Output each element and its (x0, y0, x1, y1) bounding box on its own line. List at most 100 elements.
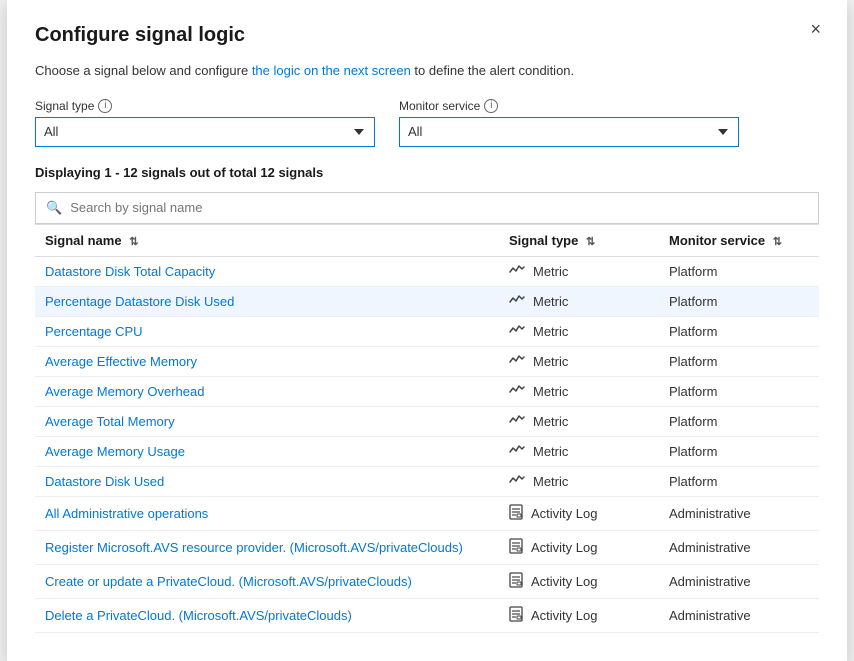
signal-type-cell: Activity Log (499, 530, 659, 564)
signal-name-link[interactable]: Average Effective Memory (45, 354, 197, 369)
signal-name-sort-icon[interactable]: ⇅ (129, 236, 138, 248)
monitor-service-cell: Platform (659, 346, 819, 376)
signal-name-cell: Average Memory Overhead (35, 376, 499, 406)
signal-name-cell: Create or update a PrivateCloud. (Micros… (35, 564, 499, 598)
signal-name-link[interactable]: Datastore Disk Used (45, 474, 164, 489)
table-row[interactable]: Create or update a PrivateCloud. (Micros… (35, 564, 819, 598)
signal-type-filter-group: Signal type i All Metric Activity Log Lo… (35, 99, 375, 147)
table-row[interactable]: Datastore Disk Total Capacity Metric Platf… (35, 256, 819, 286)
signal-type-text: Metric (533, 294, 568, 309)
signal-name-cell: Register Microsoft.AVS resource provider… (35, 530, 499, 564)
monitor-service-cell: Platform (659, 466, 819, 496)
monitor-service-cell: Platform (659, 376, 819, 406)
displaying-count: Displaying 1 - 12 signals out of total 1… (35, 165, 819, 180)
table-row[interactable]: All Administrative operations Activity Lo… (35, 496, 819, 530)
monitor-service-cell: Administrative (659, 598, 819, 632)
signal-type-cell: Metric (499, 286, 659, 316)
signal-name-cell: All Administrative operations (35, 496, 499, 530)
signal-type-select[interactable]: All Metric Activity Log Log (35, 117, 375, 147)
signal-name-link[interactable]: Average Memory Usage (45, 444, 185, 459)
signal-name-link[interactable]: Register Microsoft.AVS resource provider… (45, 540, 463, 555)
table-header-row: Signal name ⇅ Signal type ⇅ Monitor serv… (35, 224, 819, 256)
monitor-service-cell: Platform (659, 286, 819, 316)
signal-name-link[interactable]: All Administrative operations (45, 506, 208, 521)
monitor-service-cell: Platform (659, 436, 819, 466)
signal-name-cell: Average Memory Usage (35, 436, 499, 466)
signal-type-info-icon[interactable]: i (98, 99, 112, 113)
signal-type-text: Metric (533, 444, 568, 459)
signal-type-text: Activity Log (531, 574, 597, 589)
col-signal-name: Signal name ⇅ (35, 224, 499, 256)
metric-icon (509, 354, 525, 369)
signal-name-link[interactable]: Average Memory Overhead (45, 384, 204, 399)
signal-type-text: Metric (533, 354, 568, 369)
signal-type-text: Metric (533, 384, 568, 399)
metric-icon (509, 444, 525, 459)
filters-row: Signal type i All Metric Activity Log Lo… (35, 99, 819, 147)
col-signal-type: Signal type ⇅ (499, 224, 659, 256)
signal-type-cell: Metric (499, 316, 659, 346)
table-row[interactable]: Average Total Memory Metric Platform (35, 406, 819, 436)
signal-type-text: Activity Log (531, 506, 597, 521)
metric-icon (509, 384, 525, 399)
signal-name-cell: Average Effective Memory (35, 346, 499, 376)
signal-type-sort-icon[interactable]: ⇅ (586, 236, 595, 248)
monitor-service-cell: Platform (659, 256, 819, 286)
signal-name-cell: Average Total Memory (35, 406, 499, 436)
signal-type-text: Metric (533, 264, 568, 279)
metric-icon (509, 414, 525, 429)
signal-type-text: Activity Log (531, 540, 597, 555)
monitor-service-cell: Platform (659, 406, 819, 436)
description-link[interactable]: the logic on the next screen (252, 63, 411, 78)
signal-name-link[interactable]: Percentage Datastore Disk Used (45, 294, 234, 309)
signal-type-cell: Activity Log (499, 496, 659, 530)
signal-name-link[interactable]: Average Total Memory (45, 414, 175, 429)
signal-type-label: Signal type i (35, 99, 375, 113)
signal-name-cell: Datastore Disk Used (35, 466, 499, 496)
signal-name-cell: Delete a PrivateCloud. (Microsoft.AVS/pr… (35, 598, 499, 632)
signal-type-cell: Metric (499, 346, 659, 376)
table-row[interactable]: Datastore Disk Used Metric Platform (35, 466, 819, 496)
monitor-service-select[interactable]: All Platform Administrative (399, 117, 739, 147)
close-button[interactable]: × (804, 18, 827, 40)
monitor-service-info-icon[interactable]: i (484, 99, 498, 113)
col-monitor-service: Monitor service ⇅ (659, 224, 819, 256)
dialog-title: Configure signal logic (35, 24, 819, 47)
monitor-service-cell: Administrative (659, 530, 819, 564)
signal-type-cell: Metric (499, 406, 659, 436)
signal-type-text: Metric (533, 474, 568, 489)
signal-name-cell: Percentage CPU (35, 316, 499, 346)
signal-type-cell: Metric (499, 466, 659, 496)
metric-icon (509, 324, 525, 339)
signal-name-link[interactable]: Percentage CPU (45, 324, 143, 339)
activity-log-icon (509, 538, 523, 557)
metric-icon (509, 264, 525, 279)
table-row[interactable]: Average Memory Usage Metric Platform (35, 436, 819, 466)
activity-log-icon (509, 606, 523, 625)
signal-type-cell: Metric (499, 376, 659, 406)
table-row[interactable]: Average Memory Overhead Metric Platform (35, 376, 819, 406)
signal-name-link[interactable]: Delete a PrivateCloud. (Microsoft.AVS/pr… (45, 608, 352, 623)
signal-type-text: Metric (533, 414, 568, 429)
signal-name-link[interactable]: Datastore Disk Total Capacity (45, 264, 215, 279)
monitor-service-filter-group: Monitor service i All Platform Administr… (399, 99, 739, 147)
signal-name-cell: Percentage Datastore Disk Used (35, 286, 499, 316)
signal-type-text: Metric (533, 324, 568, 339)
monitor-service-cell: Platform (659, 316, 819, 346)
search-icon: 🔍 (46, 200, 62, 216)
table-row[interactable]: Register Microsoft.AVS resource provider… (35, 530, 819, 564)
monitor-service-cell: Administrative (659, 564, 819, 598)
table-row[interactable]: Percentage CPU Metric Platform (35, 316, 819, 346)
signal-name-link[interactable]: Create or update a PrivateCloud. (Micros… (45, 574, 412, 589)
monitor-service-sort-icon[interactable]: ⇅ (773, 236, 782, 248)
monitor-service-label: Monitor service i (399, 99, 739, 113)
table-row[interactable]: Delete a PrivateCloud. (Microsoft.AVS/pr… (35, 598, 819, 632)
metric-icon (509, 474, 525, 489)
table-row[interactable]: Percentage Datastore Disk Used Metric Plat… (35, 286, 819, 316)
signal-type-cell: Metric (499, 436, 659, 466)
signal-name-cell: Datastore Disk Total Capacity (35, 256, 499, 286)
table-row[interactable]: Average Effective Memory Metric Platform (35, 346, 819, 376)
activity-log-icon (509, 572, 523, 591)
monitor-service-cell: Administrative (659, 496, 819, 530)
search-input[interactable] (70, 200, 808, 215)
